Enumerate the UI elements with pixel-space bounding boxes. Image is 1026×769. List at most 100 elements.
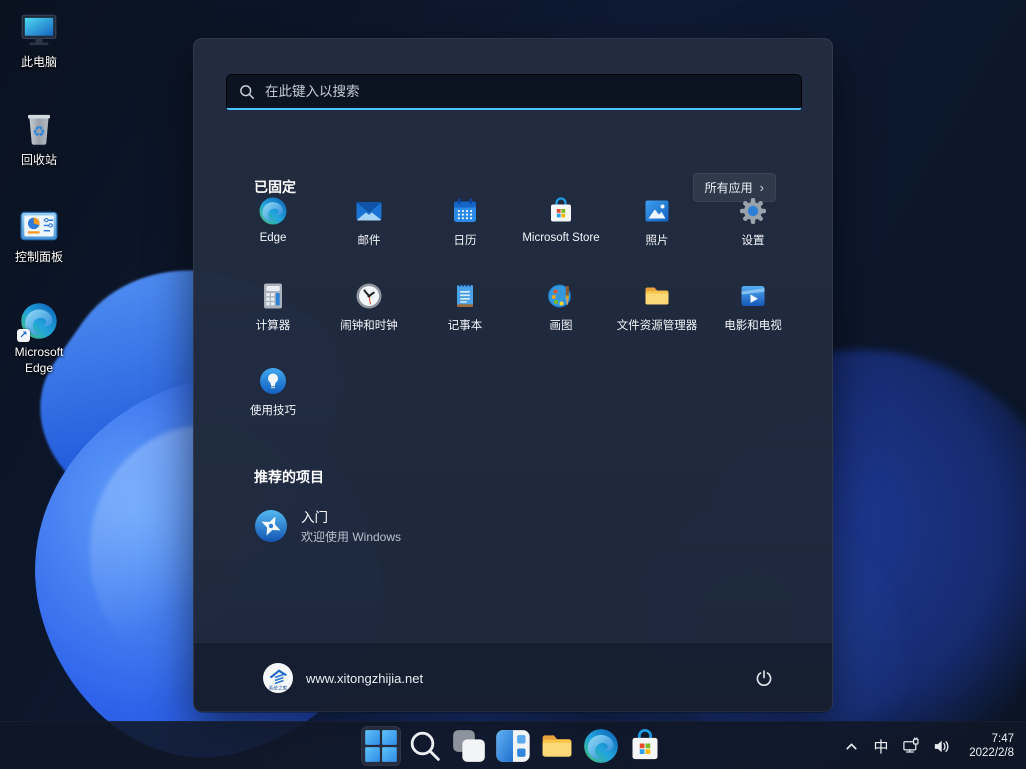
pinned-app-calendar[interactable]: 日历 — [417, 186, 513, 271]
edge-icon — [257, 195, 289, 227]
pinned-app-label: 计算器 — [256, 317, 291, 333]
recycle-bin-icon: ♻ — [17, 108, 61, 150]
search-input[interactable] — [226, 74, 802, 110]
system-tray: 中 7:47 2022/2/8 — [836, 722, 1026, 769]
pinned-app-tips[interactable]: 使用技巧 — [225, 356, 321, 441]
this-pc-icon — [17, 10, 61, 52]
taskbar-edge-button[interactable] — [581, 726, 621, 766]
speaker-icon — [932, 737, 951, 756]
desktop-icon-label: 控制面板 — [15, 250, 63, 266]
desktop-icon-edge-shortcut[interactable]: ↗ Microsoft Edge — [0, 300, 78, 376]
tray-overflow-chevron-button[interactable] — [836, 726, 866, 766]
taskbar-store-button[interactable] — [625, 726, 665, 766]
pinned-app-label: 设置 — [742, 232, 765, 248]
desktop-icon-recycle-bin[interactable]: ♻回收站 — [0, 108, 78, 169]
notepad-icon — [449, 280, 481, 312]
user-avatar: 系统之家 — [262, 662, 294, 694]
recommended-section-title: 推荐的项目 — [254, 467, 324, 487]
control-panel-icon — [17, 205, 61, 247]
pinned-app-label: 邮件 — [358, 232, 381, 248]
taskbar-start-button[interactable] — [361, 726, 401, 766]
movies-icon — [737, 280, 769, 312]
user-profile-button[interactable]: 系统之家 www.xitongzhijia.net — [254, 657, 431, 699]
recycle-bin-icon: ♻ — [17, 108, 61, 150]
desktop-icon-label: Microsoft Edge — [0, 345, 78, 376]
tips-icon — [257, 365, 289, 397]
user-name-label: www.xitongzhijia.net — [306, 671, 423, 686]
clock-button[interactable]: 7:47 2022/2/8 — [956, 732, 1026, 760]
network-ethernet-icon — [902, 737, 921, 756]
tray-date: 2022/2/8 — [956, 746, 1014, 760]
photos-icon — [641, 195, 673, 227]
pinned-app-store[interactable]: Microsoft Store — [513, 186, 609, 271]
edge-icon — [257, 195, 289, 227]
clock-icon — [353, 280, 385, 312]
pinned-app-label: 日历 — [454, 232, 477, 248]
pinned-app-label: Microsoft Store — [522, 232, 599, 244]
pinned-app-edge[interactable]: Edge — [225, 186, 321, 271]
notepad-icon — [449, 280, 481, 312]
network-button[interactable] — [896, 726, 926, 766]
movies-icon — [737, 280, 769, 312]
settings-icon — [737, 195, 769, 227]
pinned-app-label: 使用技巧 — [250, 402, 296, 418]
user-avatar-logo: 系统之家 — [262, 662, 294, 694]
recommended-item-text: 入门欢迎使用 Windows — [301, 506, 401, 545]
pinned-app-paint[interactable]: 画图 — [513, 271, 609, 356]
desktop-icon-control-panel[interactable]: 控制面板 — [0, 205, 78, 266]
pinned-app-label: 文件资源管理器 — [617, 317, 698, 333]
explorer-icon — [641, 280, 673, 312]
pinned-app-photos[interactable]: 照片 — [609, 186, 705, 271]
file-explorer-icon — [537, 726, 577, 766]
desktop-icon-this-pc[interactable]: 此电脑 — [0, 10, 78, 71]
store-icon — [545, 195, 577, 227]
ime-indicator-button[interactable]: 中 — [866, 726, 896, 766]
widgets-icon — [493, 726, 533, 766]
recommended-list: 入门欢迎使用 Windows — [238, 497, 790, 554]
this-pc-icon — [17, 10, 61, 52]
recommended-item-get-started[interactable]: 入门欢迎使用 Windows — [238, 497, 790, 554]
store-icon — [545, 195, 577, 227]
volume-button[interactable] — [926, 726, 956, 766]
pinned-app-clock[interactable]: 闹钟和时钟 — [321, 271, 417, 356]
calendar-icon — [449, 195, 481, 227]
shortcut-arrow-badge: ↗ — [17, 329, 30, 342]
get-started-icon — [254, 509, 288, 543]
pinned-app-calculator[interactable]: 计算器 — [225, 271, 321, 356]
desktop-icon-label: 此电脑 — [21, 55, 57, 71]
pinned-app-notepad[interactable]: 记事本 — [417, 271, 513, 356]
tips-icon — [257, 365, 289, 397]
edge-shortcut-icon: ↗ — [17, 300, 61, 342]
control-panel-icon — [17, 205, 61, 247]
calculator-icon — [257, 280, 289, 312]
start-search — [226, 74, 802, 110]
edge-shortcut-icon: ↗ — [17, 300, 61, 342]
mail-icon — [353, 195, 385, 227]
pinned-app-explorer[interactable]: 文件资源管理器 — [609, 271, 705, 356]
recommended-item-title: 入门 — [301, 506, 401, 526]
power-button[interactable] — [744, 658, 784, 698]
photos-icon — [641, 195, 673, 227]
pinned-app-label: 闹钟和时钟 — [340, 317, 398, 333]
taskbar-file-explorer-button[interactable] — [537, 726, 577, 766]
calculator-icon — [257, 280, 289, 312]
taskbar: 中 7:47 2022/2/8 — [0, 721, 1026, 769]
clock-icon — [353, 280, 385, 312]
pinned-app-label: 电影和电视 — [724, 317, 782, 333]
pinned-app-settings[interactable]: 设置 — [705, 186, 801, 271]
taskbar-widgets-button[interactable] — [493, 726, 533, 766]
recommended-item-subtitle: 欢迎使用 Windows — [301, 528, 401, 545]
pinned-app-label: Edge — [260, 232, 287, 244]
mail-icon — [353, 195, 385, 227]
taskbar-search-button[interactable] — [405, 726, 445, 766]
pinned-app-movies[interactable]: 电影和电视 — [705, 271, 801, 356]
get-started-icon — [254, 509, 288, 543]
pinned-app-label: 记事本 — [448, 317, 483, 333]
svg-text:♻: ♻ — [32, 124, 45, 140]
explorer-icon — [641, 280, 673, 312]
taskbar-task-view-button[interactable] — [449, 726, 489, 766]
pinned-apps-grid: Edge 邮件 日历 Microsoft Store 照片 设置 — [225, 186, 803, 441]
store-icon — [625, 726, 665, 766]
pinned-app-mail[interactable]: 邮件 — [321, 186, 417, 271]
power-icon — [753, 667, 775, 689]
